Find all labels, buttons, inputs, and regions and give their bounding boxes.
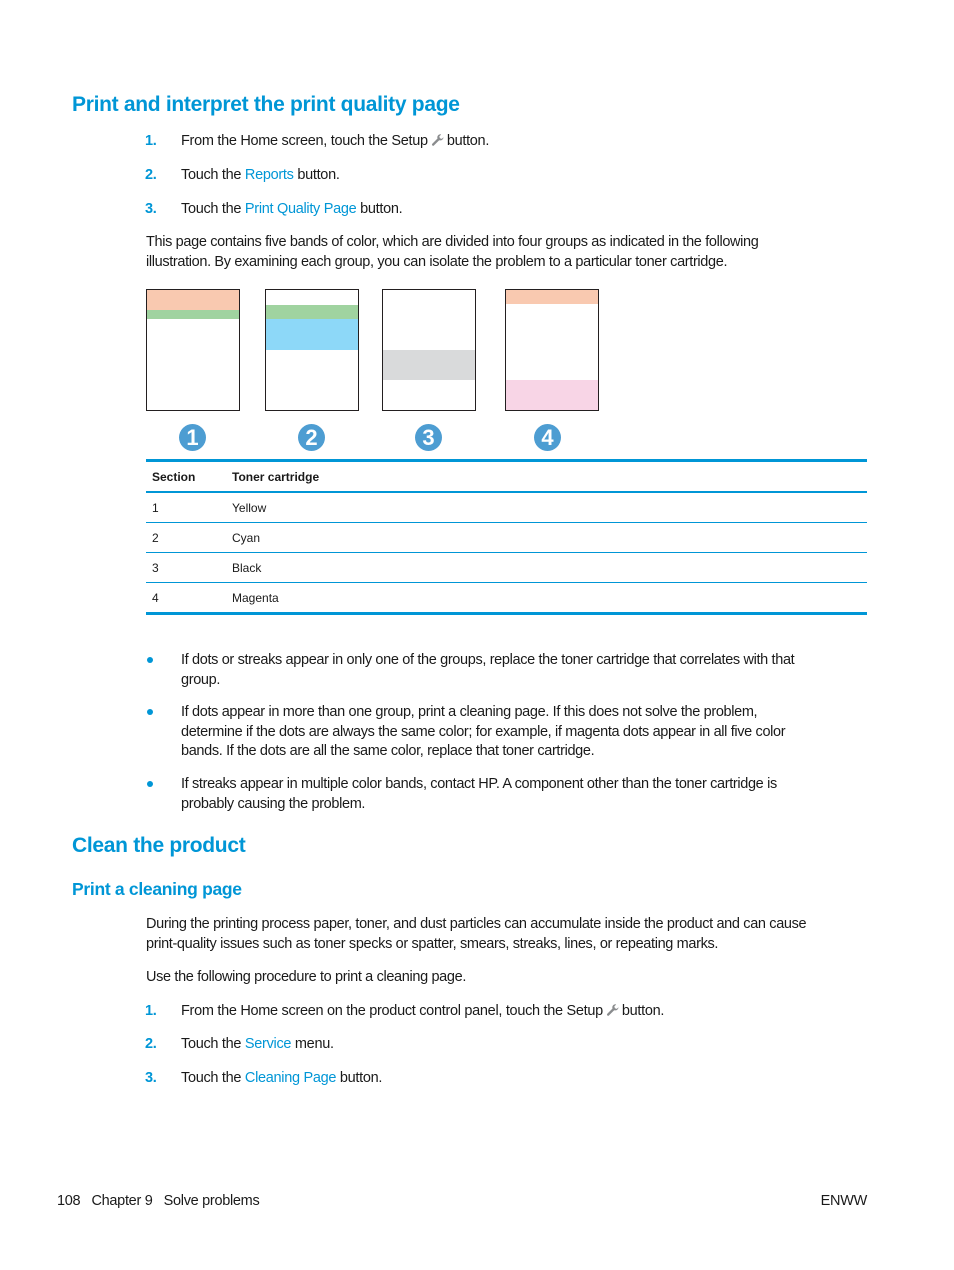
- section-title-print-quality: Print and interpret the print quality pa…: [72, 93, 460, 116]
- step-number: 3.: [145, 1070, 157, 1086]
- procedure-intro: Use the following procedure to print a c…: [146, 969, 466, 985]
- footer-left: 108 Chapter 9 Solve problems: [57, 1193, 260, 1209]
- cell-toner: Magenta: [232, 591, 279, 605]
- step-number: 2.: [145, 167, 157, 183]
- step-text: Touch the: [181, 167, 245, 183]
- step-number: 2.: [145, 1036, 157, 1052]
- table-row: 2 Cyan: [146, 523, 867, 553]
- band-yellow-red: [147, 290, 239, 310]
- group-1-page: [146, 289, 240, 411]
- band-gray: [383, 350, 475, 380]
- step-text-end: button.: [336, 1070, 383, 1086]
- cell-toner: Yellow: [232, 501, 267, 515]
- step-text-end: button.: [446, 133, 490, 149]
- bullet-icon: [147, 709, 153, 715]
- cleaning-step-1: 1. From the Home screen on the product co…: [145, 1003, 664, 1019]
- step-text: Touch the: [181, 201, 245, 217]
- bullet-line: determine if the dots are always the sam…: [181, 723, 786, 740]
- bullet-line: If streaks appear in multiple color band…: [181, 776, 777, 792]
- paragraph-line: During the printing process paper, toner…: [146, 916, 807, 932]
- header-toner-cartridge: Toner cartridge: [232, 470, 320, 484]
- cell-section: 2: [152, 531, 159, 545]
- page-number: 108: [57, 1193, 81, 1209]
- cleaning-paragraph: During the printing process paper, toner…: [146, 915, 866, 954]
- bullet-item-1: If dots or streaks appear in only one of…: [181, 651, 795, 690]
- chapter-label: Chapter 9: [91, 1193, 153, 1209]
- step-text-end: button.: [621, 1003, 665, 1019]
- bullet-icon: [147, 657, 153, 663]
- footer-right: ENWW: [820, 1193, 868, 1209]
- toner-table: Section Toner cartridge 1 Yellow 2 Cyan …: [146, 459, 867, 615]
- service-link[interactable]: Service: [245, 1036, 292, 1052]
- bullet-line: bands. If the dots are all the same colo…: [181, 743, 595, 760]
- cleaning-step-2: 2. Touch the Service menu.: [145, 1036, 334, 1052]
- step-text-end: button.: [293, 167, 340, 183]
- band-orange: [506, 290, 598, 304]
- table-row: 1 Yellow: [146, 493, 867, 523]
- callout-3-icon: 3: [415, 424, 442, 451]
- bullet-line: If dots or streaks appear in only one of…: [181, 652, 795, 668]
- table-row: 4 Magenta: [146, 583, 867, 615]
- subsection-title-cleaning-page: Print a cleaning page: [72, 879, 242, 899]
- wrench-icon: [431, 133, 445, 147]
- band-green: [147, 310, 239, 319]
- cell-section: 4: [152, 591, 159, 605]
- group-3-page: [382, 289, 476, 411]
- table-header: Section Toner cartridge: [146, 462, 867, 493]
- group-4-page: [505, 289, 599, 411]
- bullet-line: If dots appear in more than one group, p…: [181, 704, 758, 720]
- section-title-clean-product: Clean the product: [72, 834, 246, 857]
- step-number: 3.: [145, 201, 157, 217]
- band-magenta: [506, 380, 598, 410]
- step-2: 2. Touch the Reports button.: [145, 167, 340, 183]
- intro-paragraph: This page contains five bands of color, …: [146, 233, 866, 272]
- step-3: 3. Touch the Print Quality Page button.: [145, 201, 403, 217]
- cell-section: 1: [152, 501, 159, 515]
- callout-2-icon: 2: [298, 424, 325, 451]
- bullet-item-2: If dots appear in more than one group, p…: [181, 703, 786, 762]
- bullet-line: probably causing the problem.: [181, 795, 366, 812]
- cell-toner: Cyan: [232, 531, 261, 545]
- step-1: 1. From the Home screen, touch the Setup b…: [145, 133, 489, 149]
- print-quality-page-link[interactable]: Print Quality Page: [245, 201, 357, 217]
- intro-line: This page contains five bands of color, …: [146, 234, 759, 250]
- step-text-end: button.: [356, 201, 403, 217]
- cleaning-step-3: 3. Touch the Cleaning Page button.: [145, 1070, 382, 1086]
- step-text-end: menu.: [291, 1036, 334, 1052]
- band-cyan: [266, 319, 358, 350]
- reports-link[interactable]: Reports: [245, 167, 294, 183]
- cell-toner: Black: [232, 561, 262, 575]
- cleaning-page-link[interactable]: Cleaning Page: [245, 1070, 337, 1086]
- intro-line: illustration. By examining each group, y…: [146, 253, 728, 270]
- header-section: Section: [152, 470, 196, 484]
- callout-4-icon: 4: [534, 424, 561, 451]
- table-row: 3 Black: [146, 553, 867, 583]
- callout-1-icon: 1: [179, 424, 206, 451]
- wrench-icon: [606, 1003, 620, 1017]
- step-text: Touch the: [181, 1070, 245, 1086]
- step-text: Touch the: [181, 1036, 245, 1052]
- bullet-line: group.: [181, 671, 221, 688]
- step-text: From the Home screen, touch the Setup: [181, 133, 428, 149]
- bullet-item-3: If streaks appear in multiple color band…: [181, 775, 777, 814]
- cell-section: 3: [152, 561, 159, 575]
- bullet-icon: [147, 781, 153, 787]
- group-2-page: [265, 289, 359, 411]
- chapter-title: Solve problems: [163, 1193, 260, 1209]
- step-number: 1.: [145, 133, 157, 149]
- step-number: 1.: [145, 1003, 157, 1019]
- band-green: [266, 305, 358, 319]
- step-text: From the Home screen on the product cont…: [181, 1003, 603, 1019]
- paragraph-line: print-quality issues such as toner speck…: [146, 935, 719, 952]
